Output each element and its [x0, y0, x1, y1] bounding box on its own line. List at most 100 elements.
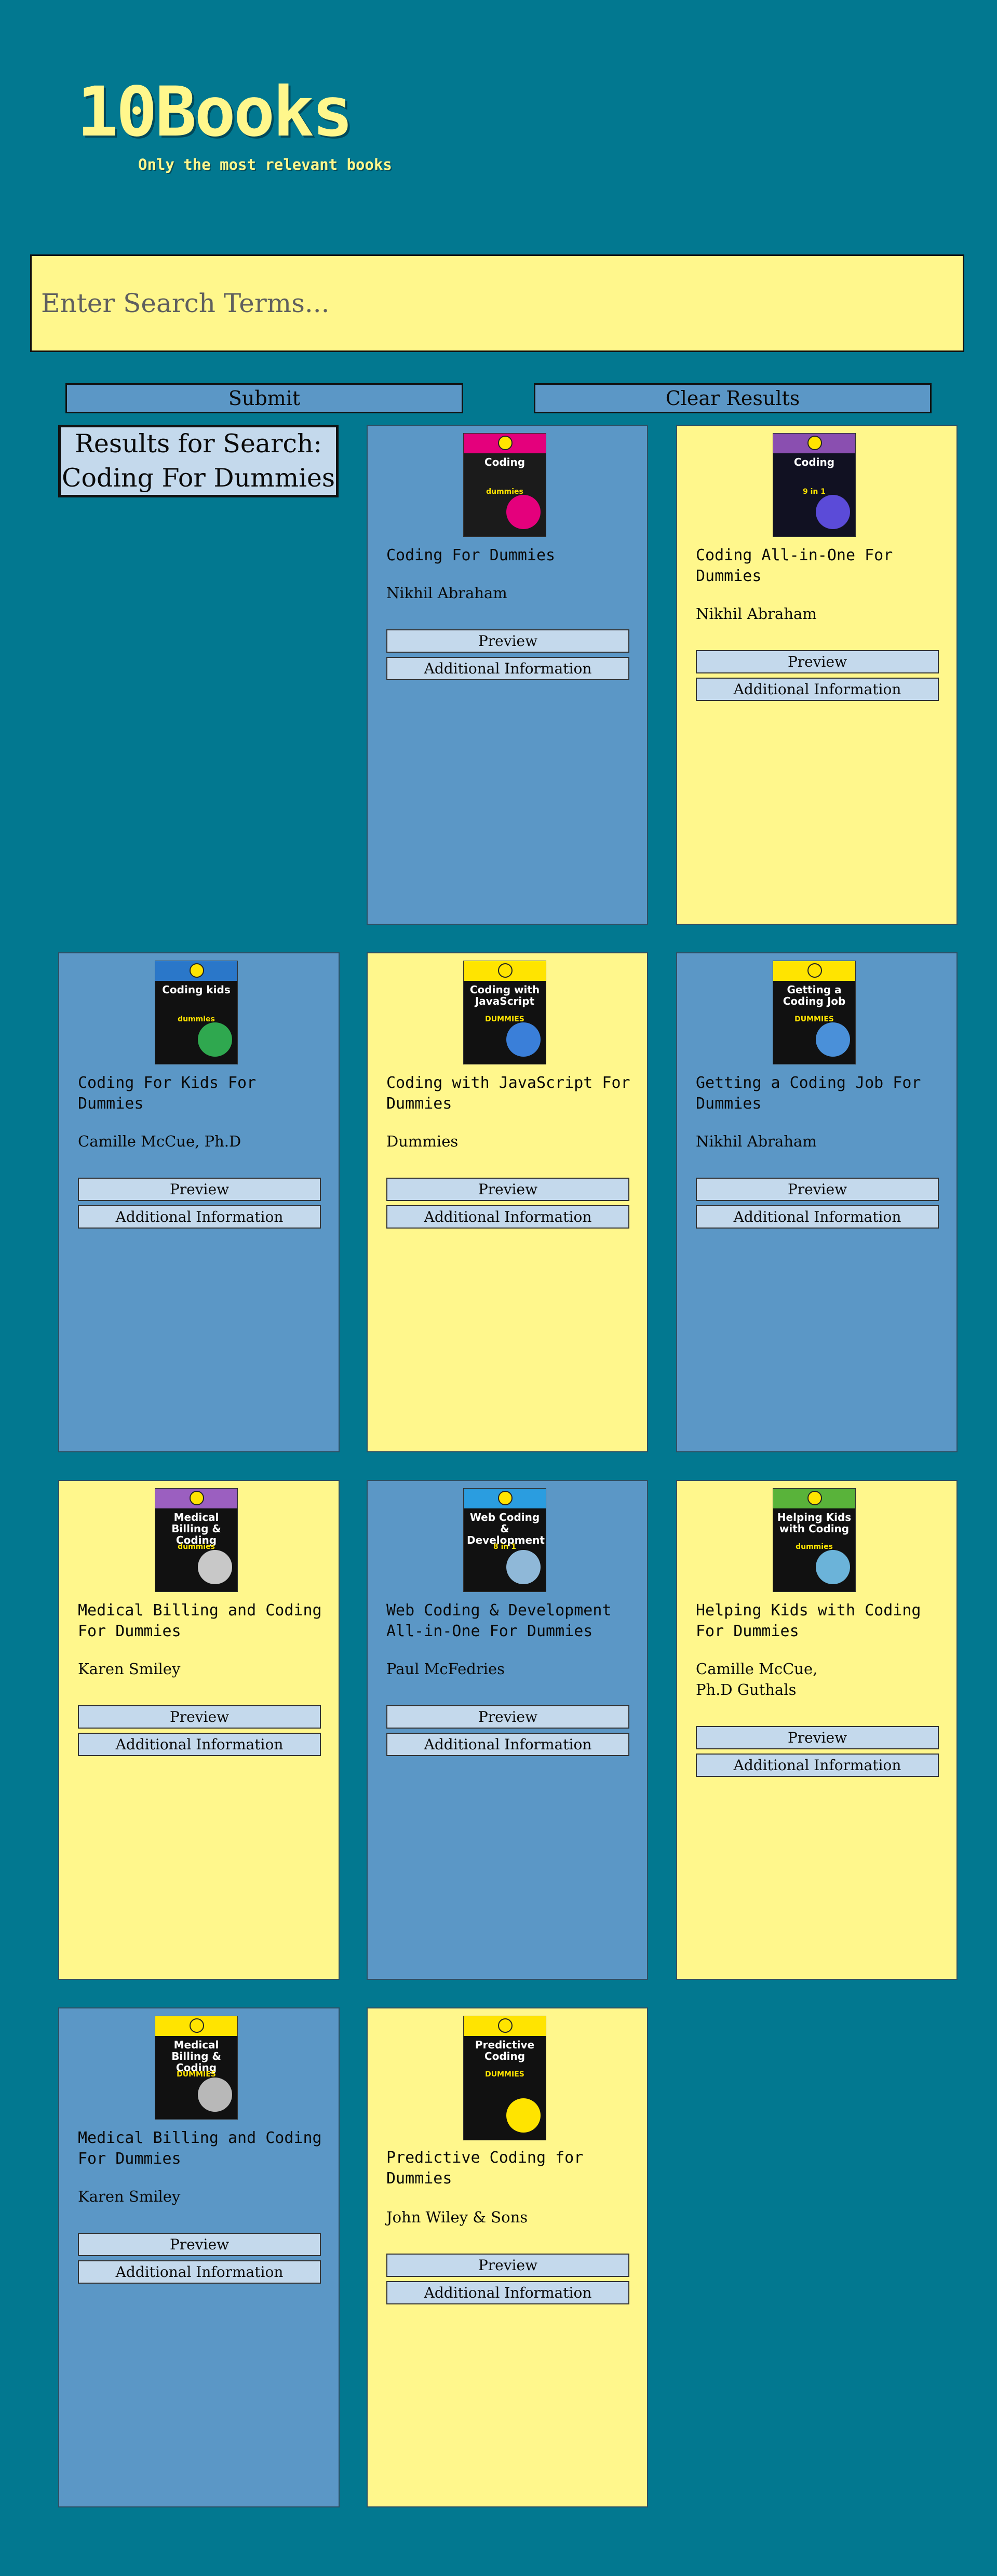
cover-title: Medical Billing & Coding — [171, 2039, 221, 2074]
web-coding-cover-icon[interactable]: Web Coding & Development 8 in 1 — [463, 1488, 546, 1592]
book-author: Camille McCue, Ph.D Guthals — [696, 1660, 818, 1698]
cover-brand: dummies — [178, 1015, 215, 1023]
book-author: Nikhil Abraham — [696, 1132, 817, 1150]
additional-information-button[interactable]: Additional Information — [696, 678, 939, 701]
preview-button[interactable]: Preview — [78, 1178, 321, 1201]
preview-button[interactable]: Preview — [386, 629, 629, 653]
dummies-face-icon — [190, 1491, 204, 1505]
cover-title: Coding with JavaScript — [469, 983, 540, 1007]
additional-information-button[interactable]: Additional Information — [78, 1733, 321, 1756]
dummies-face-icon — [498, 436, 513, 450]
cover-brand: DUMMIES — [794, 1015, 834, 1023]
dummies-face-icon — [498, 2018, 513, 2033]
book-author: Karen Smiley — [78, 1660, 181, 1678]
preview-button[interactable]: Preview — [386, 1178, 629, 1201]
results-heading-label: Results for Search: — [74, 429, 322, 458]
additional-information-button[interactable]: Additional Information — [386, 1205, 629, 1229]
book-title: Web Coding & Development All-in-One For … — [386, 1601, 612, 1640]
dummies-face-icon — [498, 1491, 513, 1505]
book-title: Coding For Kids For Dummies — [78, 1074, 257, 1113]
book-author: John Wiley & Sons — [386, 2208, 528, 2226]
dummies-face-icon — [807, 1491, 822, 1505]
coding-job-cover-icon[interactable]: Getting a Coding Job DUMMIES — [773, 961, 856, 1064]
book-card: Coding with JavaScript DUMMIES Coding wit… — [367, 952, 648, 1452]
cover-brand: 9 in 1 — [803, 488, 826, 496]
cover-art-icon — [816, 495, 850, 529]
book-author: Camille McCue, Ph.D — [78, 1132, 241, 1150]
book-card: Medical Billing & Coding dummies Medical … — [58, 1480, 340, 1980]
cover-brand: DUMMIES — [485, 2070, 524, 2079]
book-author: Paul McFedries — [386, 1660, 505, 1678]
dummies-face-icon — [190, 963, 204, 978]
cover-brand: 8 in 1 — [493, 1543, 516, 1551]
cover-art-icon — [816, 1550, 850, 1584]
cover-brand: dummies — [486, 488, 523, 496]
book-card: Coding 9 in 1 Coding All-in-One For Dummi… — [676, 425, 958, 925]
book-title: Getting a Coding Job For Dummies — [696, 1074, 921, 1113]
book-title: Coding with JavaScript For Dummies — [386, 1074, 630, 1113]
cover-art-icon — [198, 1550, 232, 1584]
book-title: Helping Kids with Coding For Dummies — [696, 1601, 921, 1640]
cover-title: Predictive Coding — [475, 2039, 535, 2062]
cover-title: Coding — [484, 456, 526, 468]
preview-button[interactable]: Preview — [696, 1178, 939, 1201]
medical-billing-cover-icon[interactable]: Medical Billing & Coding dummies — [155, 1488, 238, 1592]
search-input[interactable] — [30, 254, 964, 352]
site-logo[interactable]: 10Books — [77, 78, 392, 146]
additional-information-button[interactable]: Additional Information — [78, 1205, 321, 1229]
dummies-face-icon — [807, 436, 822, 450]
dummies-face-icon — [190, 2018, 204, 2033]
coding-kids-cover-icon[interactable]: Coding kids dummies — [155, 961, 238, 1064]
dummies-face-icon — [807, 963, 822, 978]
cover-art-icon — [506, 1022, 541, 1057]
additional-information-button[interactable]: Additional Information — [696, 1205, 939, 1229]
coding-cover-icon[interactable]: Coding dummies — [463, 433, 546, 537]
additional-information-button[interactable]: Additional Information — [386, 1733, 629, 1756]
cover-art-icon — [198, 2078, 232, 2112]
cover-title: Web Coding & Development — [467, 1511, 545, 1546]
book-title: Medical Billing and Coding For Dummies — [78, 2129, 322, 2168]
preview-button[interactable]: Preview — [386, 2254, 629, 2277]
cover-title: Coding kids — [162, 983, 231, 996]
cover-title: Medical Billing & Coding — [171, 1511, 221, 1546]
book-card: Coding kids dummies Coding For Kids For D… — [58, 952, 340, 1452]
predictive-coding-cover-icon[interactable]: Predictive Coding DUMMIES — [463, 2016, 546, 2140]
cover-brand: DUMMIES — [177, 2070, 216, 2079]
cover-art-icon — [506, 2098, 541, 2133]
medical-billing-yellow-cover-icon[interactable]: Medical Billing & Coding DUMMIES — [155, 2016, 238, 2120]
book-card: Helping Kids with Coding dummies Helping … — [676, 1480, 958, 1980]
coding-all-in-one-cover-icon[interactable]: Coding 9 in 1 — [773, 433, 856, 537]
submit-button[interactable]: Submit — [65, 383, 463, 413]
book-author: Dummies — [386, 1132, 459, 1150]
book-title: Coding For Dummies — [386, 546, 556, 564]
additional-information-button[interactable]: Additional Information — [386, 657, 629, 680]
brand-header: 10Books Only the most relevant books — [77, 78, 392, 173]
cover-brand: DUMMIES — [485, 1015, 524, 1023]
preview-button[interactable]: Preview — [78, 1705, 321, 1729]
dummies-face-icon — [498, 963, 513, 978]
preview-button[interactable]: Preview — [696, 1726, 939, 1749]
cover-brand: dummies — [796, 1543, 833, 1551]
book-card: Predictive Coding DUMMIES Predictive Codi… — [367, 2007, 648, 2507]
preview-button[interactable]: Preview — [78, 2233, 321, 2256]
helping-kids-cover-icon[interactable]: Helping Kids with Coding dummies — [773, 1488, 856, 1592]
clear-results-button[interactable]: Clear Results — [534, 383, 932, 413]
additional-information-button[interactable]: Additional Information — [386, 2281, 629, 2304]
cover-title: Helping Kids with Coding — [777, 1511, 852, 1535]
cover-art-icon — [198, 1022, 232, 1057]
cover-art-icon — [506, 495, 541, 529]
additional-information-button[interactable]: Additional Information — [78, 2260, 321, 2284]
book-card: Medical Billing & Coding DUMMIES Medical … — [58, 2007, 340, 2507]
javascript-cover-icon[interactable]: Coding with JavaScript DUMMIES — [463, 961, 546, 1064]
preview-button[interactable]: Preview — [696, 650, 939, 673]
book-author: Nikhil Abraham — [386, 584, 507, 602]
book-card: Getting a Coding Job DUMMIES Getting a Co… — [676, 952, 958, 1452]
book-card: Web Coding & Development 8 in 1 Web Codin… — [367, 1480, 648, 1980]
book-title: Predictive Coding for Dummies — [386, 2149, 584, 2188]
additional-information-button[interactable]: Additional Information — [696, 1754, 939, 1777]
preview-button[interactable]: Preview — [386, 1705, 629, 1729]
cover-art-icon — [506, 1550, 541, 1584]
cover-title: Getting a Coding Job — [783, 983, 846, 1007]
results-search-term: Coding For Dummies — [62, 463, 335, 493]
site-tagline: Only the most relevant books — [138, 156, 392, 173]
